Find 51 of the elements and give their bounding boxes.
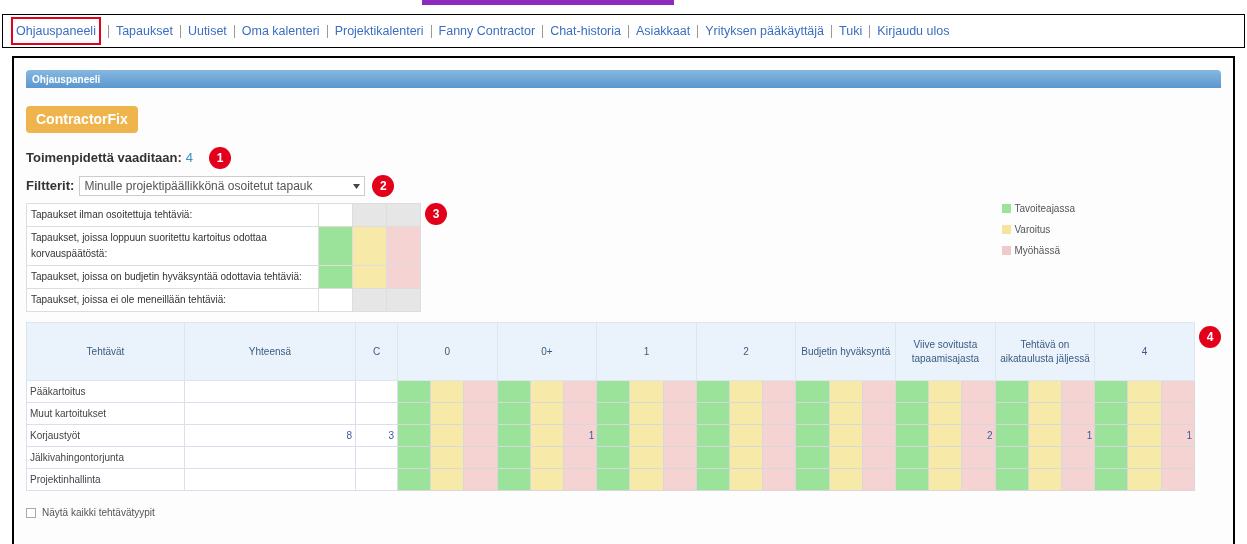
nav-link[interactable]: Asiakkaat	[636, 21, 691, 41]
nav-link[interactable]: Tuki	[839, 21, 863, 41]
summary-label: Tapaukset ilman osoitettuja tehtäviä:	[26, 203, 319, 227]
column-header: 0	[397, 322, 498, 381]
table-cell: Korjaustyöt	[26, 424, 185, 447]
summary-label: Tapaukset, joissa on budjetin hyväksyntää odottavia tehtäviä:	[26, 265, 319, 289]
summary-label: Tapaukset, joissa loppuun suoritettu kartoitus odottaa korvauspäätöstä:	[26, 226, 319, 266]
column-header: 1	[596, 322, 697, 381]
number-badge: 3	[425, 203, 447, 225]
checkbox[interactable]	[26, 507, 36, 518]
table-cell: Projektinhallinta	[26, 468, 185, 491]
action-count[interactable]: 4	[185, 148, 194, 168]
number-badge: 4	[1199, 326, 1221, 348]
filter-dropdown[interactable]: Minulle projektipäällikkönä osoitetut tapauk	[79, 176, 366, 196]
status-cell	[352, 203, 387, 227]
column-header: Viive sovitusta tapaamisajasta	[895, 322, 996, 381]
nav-link[interactable]: Fanny Contractor	[438, 21, 536, 41]
nav-link[interactable]: Tapaukset	[115, 21, 173, 41]
legend-label: Tavoiteajassa	[1014, 202, 1075, 216]
caret-icon	[353, 183, 361, 189]
column-header: Budjetin hyväksyntä	[795, 322, 896, 381]
table-cell: Jälkivahingontorjunta	[26, 446, 185, 469]
action-label: Toimenpidettä vaaditaan:	[26, 149, 182, 168]
panel-header: Ohjauspaneeli	[26, 70, 1221, 88]
nav-link[interactable]: Uutiset	[187, 21, 227, 41]
filter-label: Filtterit:	[26, 177, 75, 196]
column-header: 2	[696, 322, 796, 381]
brand-badge: ContractorFix	[26, 106, 138, 133]
table-cell: Muut kartoitukset	[26, 402, 185, 425]
checkbox-label: Näytä kaikki tehtävätyypit	[42, 506, 155, 520]
summary-label: Tapaukset, joissa ei ole meneillään tehtäviä:	[26, 288, 319, 312]
nav-link[interactable]: Ohjauspaneeli	[11, 16, 101, 46]
table-cell: Pääkartoitus	[26, 380, 185, 403]
nav-link[interactable]: Projektikalenteri	[334, 21, 424, 41]
status-cell	[386, 203, 421, 227]
number-badge: 2	[372, 175, 395, 197]
nav-link[interactable]: Oma kalenteri	[241, 21, 320, 41]
table-cell: 8	[184, 424, 356, 447]
legend-label: Myöhässä	[1014, 244, 1060, 258]
column-header: 4	[1094, 322, 1195, 381]
nav-link[interactable]: Kirjaudu ulos	[877, 21, 950, 41]
column-header: Tehtävä on aikataulusta jäljessä	[995, 322, 1095, 381]
column-header: 0+	[497, 322, 597, 381]
status-cell	[318, 203, 353, 227]
nav-link[interactable]: Yrityksen pääkäyttäjä	[705, 21, 825, 41]
column-header: Tehtävät	[26, 322, 185, 381]
nav-link[interactable]: Chat-historia	[550, 21, 621, 41]
column-header: C	[355, 322, 398, 381]
legend-label: Varoitus	[1014, 223, 1051, 237]
number-badge: 1	[209, 147, 232, 169]
column-header: Yhteensä	[184, 322, 356, 381]
